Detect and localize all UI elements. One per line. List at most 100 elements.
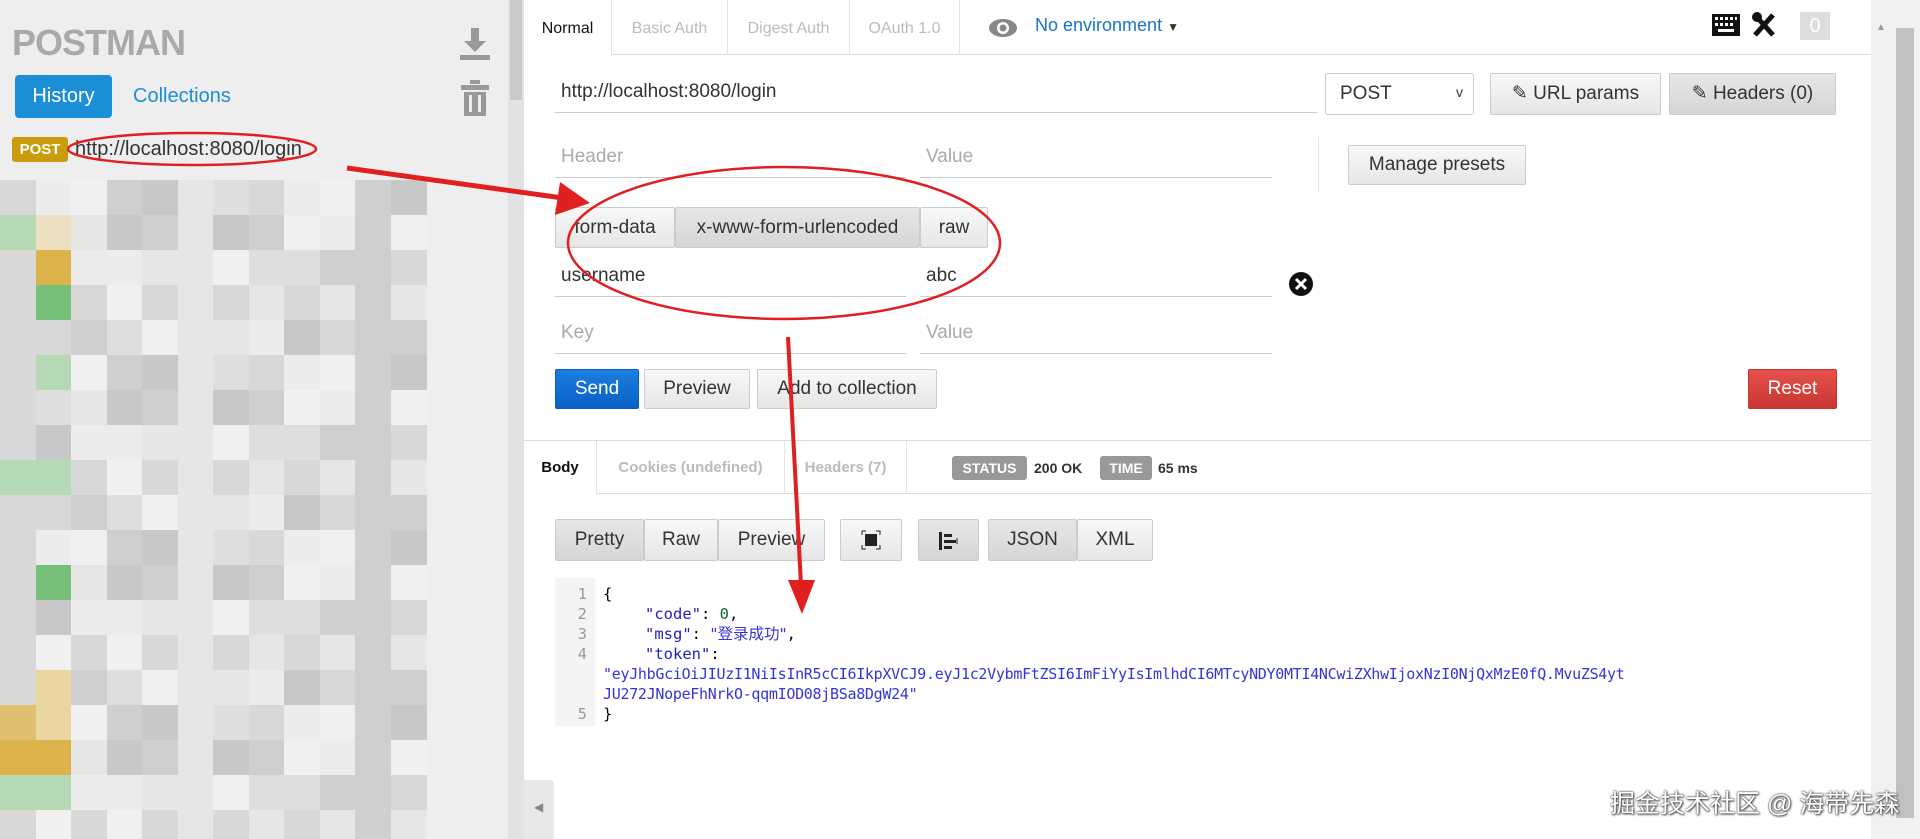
method-badge[interactable]: POST [12,137,68,162]
blur-cell [106,530,143,566]
edit-icon: ✎ [1691,83,1708,104]
blur-cell [355,320,391,356]
blur-cell [106,670,143,706]
blur-cell [0,530,36,566]
blur-cell [35,460,72,496]
blur-cell [71,390,107,426]
manage-presets-button[interactable]: Manage presets [1348,145,1526,185]
blur-cell [213,600,249,636]
url-input[interactable]: http://localhost:8080/login [555,73,1317,113]
blur-cell [213,495,249,531]
method-select[interactable]: POST v [1325,73,1474,115]
history-tab[interactable]: History [15,75,112,118]
sidebar-scroll-thumb[interactable] [510,0,522,100]
blur-cell [248,390,285,426]
view-raw[interactable]: Raw [644,519,718,561]
headers-button[interactable]: ✎ Headers (0) [1669,73,1836,115]
blur-cell [71,250,107,286]
response-tab-headers[interactable]: Headers (7) [785,441,907,493]
new-key-input[interactable]: Key [555,314,906,354]
notification-badge[interactable]: 0 [1800,12,1830,40]
code-line: } [603,705,613,723]
blur-cell [390,635,427,671]
download-icon[interactable] [460,28,490,60]
blur-cell [142,565,178,601]
reset-button[interactable]: Reset [1748,369,1837,409]
blur-cell [106,425,143,461]
blur-cell [319,530,356,566]
response-tab-body[interactable]: Body [524,441,597,494]
blur-cell [390,670,427,706]
format-json[interactable]: JSON [988,519,1077,561]
blur-cell [213,775,249,811]
blur-cell [284,775,320,811]
blur-cell [284,600,320,636]
blur-cell [248,460,285,496]
blur-cell [0,390,36,426]
blur-cell [319,740,356,776]
blur-cell [177,530,214,566]
remove-param-icon[interactable] [1288,271,1314,297]
wrench-icon[interactable] [1752,12,1776,38]
blur-cell [248,495,285,531]
collections-tab[interactable]: Collections [133,85,231,108]
blur-cell [0,495,36,531]
divider [1318,138,1319,193]
history-item-url[interactable]: http://localhost:8080/login [75,138,302,161]
time-badge: TIME [1100,456,1152,480]
tab-normal[interactable]: Normal [524,0,612,56]
blur-cell [106,355,143,391]
blur-cell [142,355,178,391]
url-params-button[interactable]: ✎ URL params [1490,73,1661,115]
blur-cell [35,565,72,601]
preview-button[interactable]: Preview [644,369,750,409]
blur-cell [35,390,72,426]
blur-cell [390,390,427,426]
tab-oauth[interactable]: OAuth 1.0 [850,0,960,55]
param-value-input[interactable]: abc [920,257,1272,297]
sidebar-scrollbar[interactable] [508,0,524,839]
view-preview[interactable]: Preview [718,519,825,561]
blur-cell [177,285,214,321]
send-button[interactable]: Send [555,369,639,409]
header-key-input[interactable]: Header [555,138,906,178]
blur-cell [284,670,320,706]
blur-cell [390,355,427,391]
environment-selector[interactable]: No environment ▼ [1035,15,1179,36]
blur-cell [284,180,320,216]
blur-cell [0,355,36,391]
blur-cell [71,810,107,839]
blur-cell [355,250,391,286]
response-tab-cookies[interactable]: Cookies (undefined) [597,441,785,493]
blur-cell [71,635,107,671]
body-type-raw[interactable]: raw [920,207,988,248]
blur-cell [355,565,391,601]
scroll-up-icon[interactable]: ▲ [1876,22,1886,33]
blur-cell [71,215,107,251]
main-scroll-thumb[interactable] [1896,28,1914,818]
tab-digest-auth[interactable]: Digest Auth [728,0,850,55]
blur-cell [0,635,36,671]
blur-cell [71,355,107,391]
keyboard-icon[interactable] [1712,14,1740,36]
new-value-input[interactable]: Value [920,314,1272,354]
chevron-down-icon: v [1456,84,1463,100]
collapse-sidebar-button[interactable]: ◀ [524,780,554,839]
format-xml[interactable]: XML [1077,519,1153,561]
tab-basic-auth[interactable]: Basic Auth [612,0,728,55]
blur-cell [177,775,214,811]
fullscreen-button[interactable] [840,519,902,561]
header-value-input[interactable]: Value [920,138,1272,178]
view-pretty[interactable]: Pretty [555,519,644,561]
wrap-lines-button[interactable] [918,519,979,561]
blur-cell [35,740,72,776]
param-key-input[interactable]: username [555,257,906,297]
blur-cell [142,670,178,706]
body-type-urlencoded[interactable]: x-www-form-urlencoded [675,207,920,248]
blur-cell [319,565,356,601]
blur-cell [284,635,320,671]
blur-cell [355,180,391,216]
body-type-form-data[interactable]: form-data [555,207,675,248]
trash-icon[interactable] [461,80,489,116]
add-to-collection-button[interactable]: Add to collection [757,369,937,409]
